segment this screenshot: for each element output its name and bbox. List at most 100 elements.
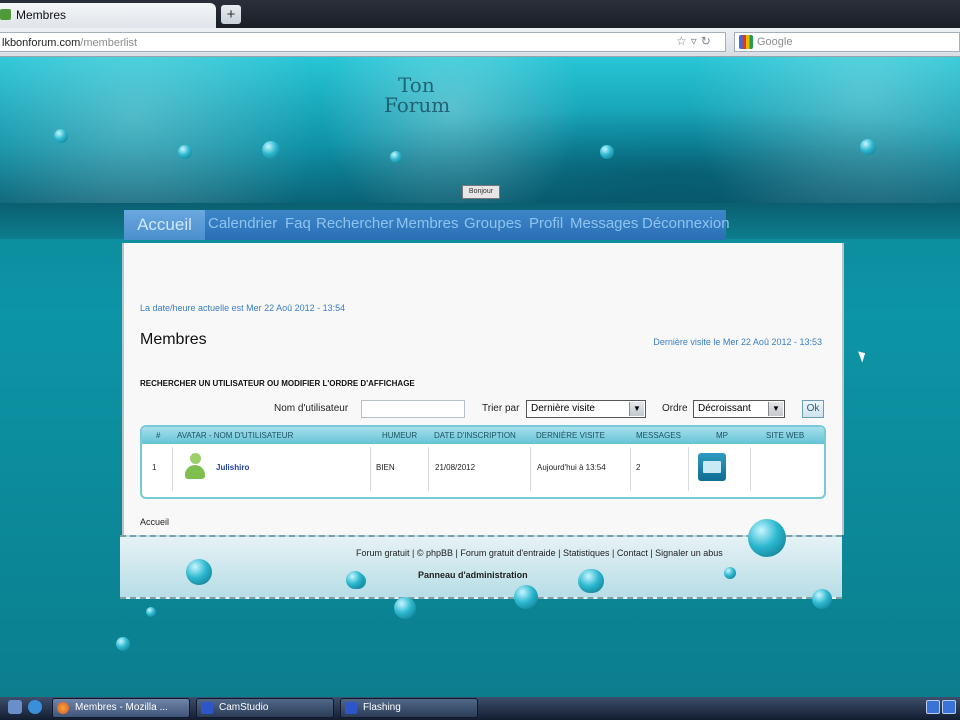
- flashing-icon: [345, 702, 357, 714]
- search-heading: RECHERCHER UN UTILISATEUR OU MODIFIER L'…: [140, 379, 415, 388]
- row-messages[interactable]: 2: [636, 463, 640, 472]
- search-placeholder: Google: [757, 36, 793, 48]
- col-messages[interactable]: MESSAGES: [636, 431, 681, 440]
- bubble-decoration: [724, 567, 736, 579]
- breadcrumb[interactable]: Accueil: [140, 517, 169, 527]
- forum-nav-menu: Accueil Calendrier Faq Rechercher Membre…: [124, 210, 730, 240]
- tray-icon[interactable]: [926, 700, 940, 714]
- col-mood[interactable]: HUMEUR: [382, 431, 417, 440]
- chevron-down-icon: ▼: [629, 402, 644, 416]
- col-num[interactable]: #: [156, 431, 160, 440]
- nav-accueil[interactable]: Accueil: [124, 210, 205, 240]
- sort-select[interactable]: Dernière visite ▼: [526, 400, 646, 418]
- favicon-icon: [0, 9, 11, 20]
- order-select-value: Décroissant: [698, 403, 751, 414]
- google-icon: [739, 35, 753, 49]
- bubble-decoration: [262, 141, 280, 159]
- row-joined: 21/08/2012: [435, 463, 476, 472]
- username-link[interactable]: Julishiro: [216, 463, 249, 472]
- bubble-decoration: [748, 519, 786, 557]
- taskbar-button-flashing[interactable]: Flashing: [340, 698, 478, 718]
- bubble-decoration: [54, 129, 68, 143]
- camstudio-icon: [201, 702, 213, 714]
- system-tray: [918, 700, 958, 716]
- bubble-decoration: [186, 559, 212, 585]
- address-bar[interactable]: lkbonforum.com/memberlist: [0, 32, 726, 52]
- bubble-decoration: [146, 607, 156, 617]
- chevron-down-icon: ▼: [768, 402, 783, 416]
- nav-messages[interactable]: Messages: [570, 215, 638, 232]
- forum-header-banner: Ton Forum Bonjour: [0, 57, 960, 203]
- page-title: Membres: [140, 331, 207, 348]
- table-header: # AVATAR - NOM D'UTILISATEUR HUMEUR DATE…: [142, 427, 824, 444]
- row-last-visit: Aujourd'hui à 13:54: [537, 463, 606, 472]
- bubble-decoration: [860, 139, 876, 155]
- ie-quicklaunch-icon[interactable]: [28, 700, 42, 714]
- current-datetime: La date/heure actuelle est Mer 22 Aoû 20…: [140, 303, 346, 313]
- bubble-decoration: [394, 597, 416, 619]
- bubble-decoration: [346, 571, 364, 589]
- reload-icon[interactable]: ↻: [701, 34, 715, 48]
- forum-footer: Forum gratuit | © phpBB | Forum gratuit …: [120, 535, 842, 599]
- nav-rechercher[interactable]: Rechercher: [316, 215, 394, 232]
- bubble-decoration: [390, 151, 402, 163]
- tray-icon[interactable]: [942, 700, 956, 714]
- url-domain: lkbonforum.com: [2, 37, 81, 49]
- show-desktop-icon[interactable]: [8, 700, 22, 714]
- url-path: /memberlist: [80, 37, 138, 49]
- col-mp[interactable]: MP: [716, 431, 728, 440]
- browser-navbar: lkbonforum.com/memberlist ☆▿↻ Google: [0, 28, 960, 57]
- mouse-cursor-icon: [858, 349, 868, 363]
- new-tab-button[interactable]: +: [221, 5, 241, 24]
- bubble-decoration: [178, 145, 192, 159]
- home-button[interactable]: Bonjour: [462, 185, 500, 199]
- col-joined[interactable]: DATE D'INSCRIPTION: [434, 431, 516, 440]
- username-input[interactable]: [361, 400, 465, 418]
- username-label: Nom d'utilisateur: [274, 403, 349, 414]
- admin-panel-link[interactable]: Panneau d'administration: [418, 570, 528, 580]
- bubble-decoration: [580, 569, 604, 593]
- bubble-decoration: [812, 589, 832, 609]
- bookmark-star-icon[interactable]: ☆: [676, 34, 691, 48]
- taskbar-button-camstudio[interactable]: CamStudio: [196, 698, 334, 718]
- taskbar-button-label: CamStudio: [219, 702, 269, 713]
- col-avatar-username[interactable]: AVATAR - NOM D'UTILISATEUR: [177, 431, 293, 440]
- bubble-decoration: [514, 585, 538, 609]
- order-label: Ordre: [662, 403, 688, 414]
- nav-faq[interactable]: Faq: [285, 215, 311, 232]
- firefox-icon: [57, 702, 69, 714]
- nav-profil[interactable]: Profil: [529, 215, 563, 232]
- private-message-icon[interactable]: [698, 453, 726, 481]
- sort-select-value: Dernière visite: [531, 403, 595, 414]
- windows-taskbar: Membres - Mozilla ... CamStudio Flashing: [0, 697, 960, 720]
- bubble-decoration: [116, 637, 130, 651]
- avatar[interactable]: [185, 453, 205, 481]
- table-row: 1 Julishiro BIEN 21/08/2012 Aujourd'hui …: [142, 447, 824, 491]
- order-select[interactable]: Décroissant ▼: [693, 400, 785, 418]
- tab-title: Membres: [16, 8, 67, 22]
- web-page: Ton Forum Bonjour Accueil Calendrier Faq…: [0, 57, 960, 697]
- members-table: # AVATAR - NOM D'UTILISATEUR HUMEUR DATE…: [140, 425, 826, 499]
- nav-membres[interactable]: Membres: [396, 215, 459, 232]
- content-panel: La date/heure actuelle est Mer 22 Aoû 20…: [122, 243, 844, 535]
- nav-groupes[interactable]: Groupes: [464, 215, 522, 232]
- col-last-visit[interactable]: DERNIÈRE VISITE: [536, 431, 605, 440]
- nav-calendrier[interactable]: Calendrier: [208, 215, 277, 232]
- sort-label: Trier par: [482, 403, 520, 414]
- ok-button[interactable]: Ok: [802, 400, 824, 418]
- footer-links[interactable]: Forum gratuit | © phpBB | Forum gratuit …: [356, 548, 723, 558]
- row-mood: BIEN: [376, 463, 395, 472]
- forum-logo: Ton Forum: [384, 73, 451, 117]
- bubble-decoration: [600, 145, 614, 159]
- taskbar-button-firefox[interactable]: Membres - Mozilla ...: [52, 698, 190, 718]
- history-dropdown-icon[interactable]: ▿: [691, 34, 701, 48]
- browser-tab[interactable]: Membres: [0, 3, 216, 28]
- row-num: 1: [152, 463, 157, 472]
- col-website[interactable]: SITE WEB: [766, 431, 804, 440]
- nav-deconnexion[interactable]: Déconnexion: [642, 215, 730, 232]
- browser-tab-bar: Membres +: [0, 0, 960, 28]
- search-box[interactable]: Google: [734, 32, 960, 52]
- taskbar-button-label: Membres - Mozilla ...: [75, 702, 168, 713]
- last-visit-text: Dernière visite le Mer 22 Aoû 2012 - 13:…: [653, 337, 822, 347]
- taskbar-button-label: Flashing: [363, 702, 401, 713]
